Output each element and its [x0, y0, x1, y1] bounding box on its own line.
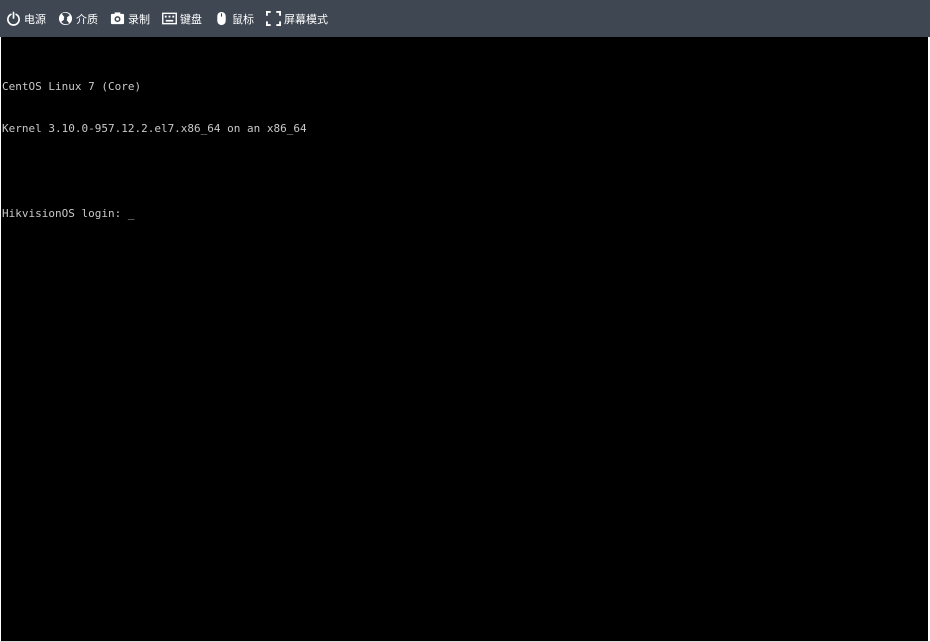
mouse-button[interactable]: 鼠标 [214, 7, 254, 31]
keyboard-icon [162, 11, 177, 26]
screen-mode-button[interactable]: 屏幕模式 [266, 7, 328, 31]
camera-icon [110, 11, 125, 26]
mouse-icon [214, 11, 229, 26]
record-button[interactable]: 录制 [110, 7, 150, 31]
screen-mode-label: 屏幕模式 [284, 12, 328, 26]
fullscreen-icon [266, 11, 281, 26]
media-disc-icon [58, 11, 73, 26]
remote-console-window: 电源 介质 录制 键盘 鼠标 屏幕模式 CentOS Linux 7 (Core… [0, 0, 930, 642]
kernel-line: Kernel 3.10.0-957.12.2.el7.x86_64 on an … [2, 122, 307, 135]
media-button[interactable]: 介质 [58, 7, 98, 31]
power-label: 电源 [24, 12, 46, 26]
record-label: 录制 [128, 12, 150, 26]
media-label: 介质 [76, 12, 98, 26]
console-toolbar: 电源 介质 录制 键盘 鼠标 屏幕模式 [0, 0, 930, 37]
os-version-line: CentOS Linux 7 (Core) [2, 80, 142, 93]
login-prompt-line[interactable]: HikvisionOS login: _ [2, 207, 307, 221]
text-cursor: _ [127, 207, 135, 220]
power-button[interactable]: 电源 [6, 7, 46, 31]
power-icon [6, 11, 21, 26]
console-output: CentOS Linux 7 (Core) Kernel 3.10.0-957.… [2, 52, 307, 249]
login-prompt: HikvisionOS login: [2, 207, 128, 220]
mouse-label: 鼠标 [232, 12, 254, 26]
console-screen[interactable]: CentOS Linux 7 (Core) Kernel 3.10.0-957.… [1, 37, 928, 641]
keyboard-button[interactable]: 键盘 [162, 7, 202, 31]
keyboard-label: 键盘 [180, 12, 202, 26]
